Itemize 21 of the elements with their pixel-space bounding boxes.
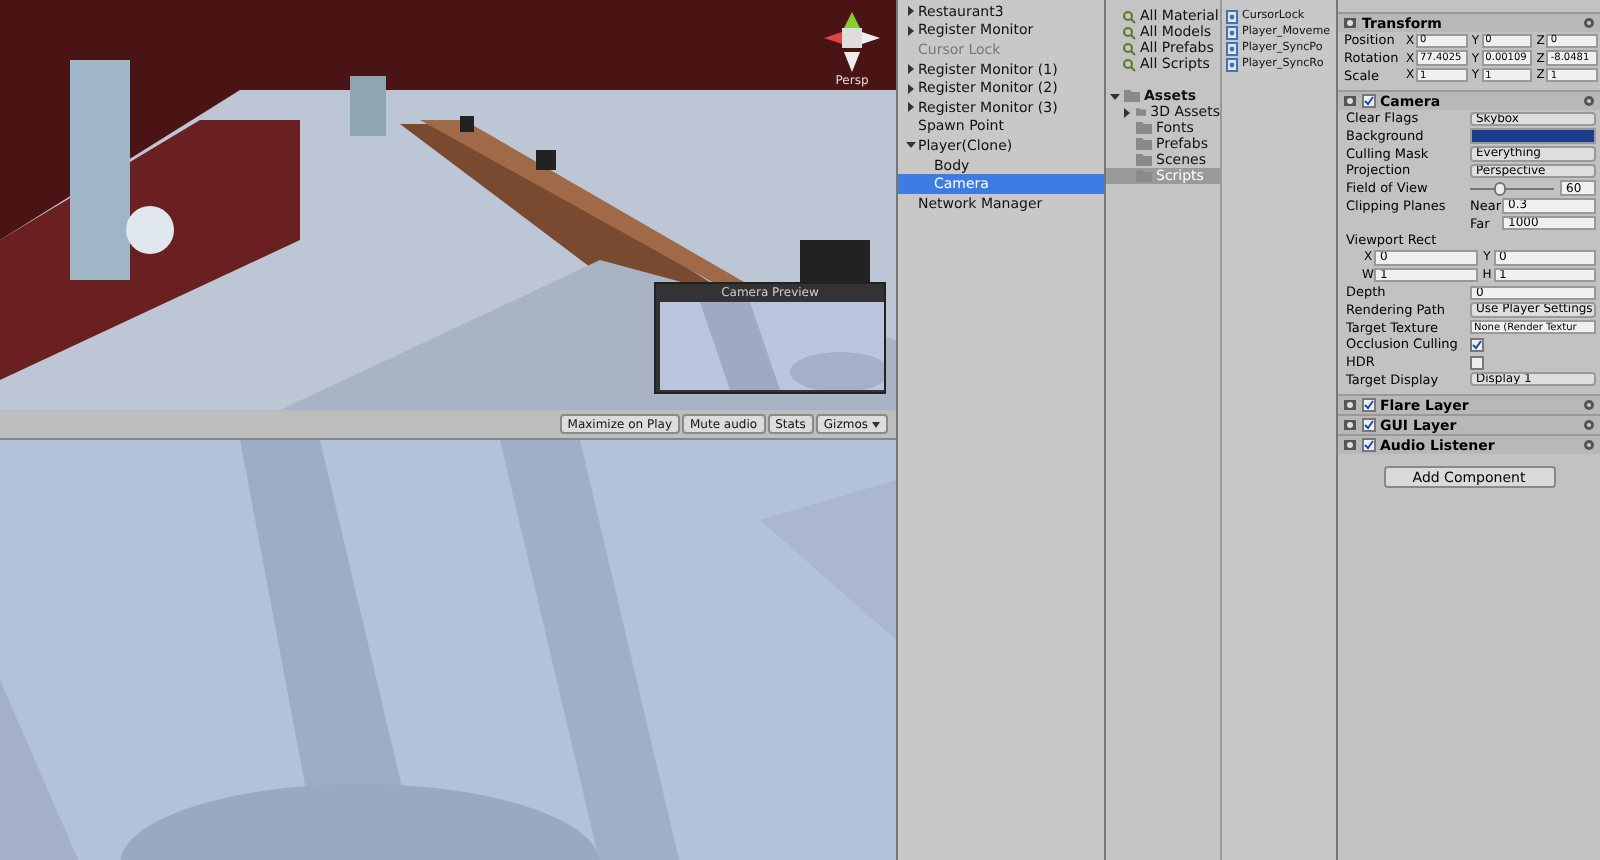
caret-icon[interactable] xyxy=(905,6,915,17)
caret-icon[interactable] xyxy=(905,83,915,94)
slider[interactable] xyxy=(1470,181,1554,196)
color-field[interactable] xyxy=(1470,128,1596,144)
settings-icon[interactable] xyxy=(1582,94,1596,109)
caret-icon[interactable] xyxy=(905,64,915,75)
component-icon xyxy=(1342,438,1358,453)
checkbox[interactable] xyxy=(1362,418,1376,433)
checkbox[interactable] xyxy=(1362,94,1376,109)
camera-icon xyxy=(1342,94,1358,109)
component-icon xyxy=(1342,398,1358,413)
checkbox[interactable] xyxy=(1362,398,1376,413)
checkbox[interactable] xyxy=(1470,355,1484,370)
component-icon xyxy=(1342,418,1358,433)
settings-icon[interactable] xyxy=(1582,16,1596,30)
caret-icon[interactable] xyxy=(905,140,915,151)
checkbox[interactable] xyxy=(1362,438,1376,453)
caret-icon[interactable] xyxy=(905,25,915,36)
caret-icon[interactable] xyxy=(905,102,915,113)
checkbox[interactable] xyxy=(1470,337,1484,352)
transform-icon xyxy=(1342,16,1358,30)
